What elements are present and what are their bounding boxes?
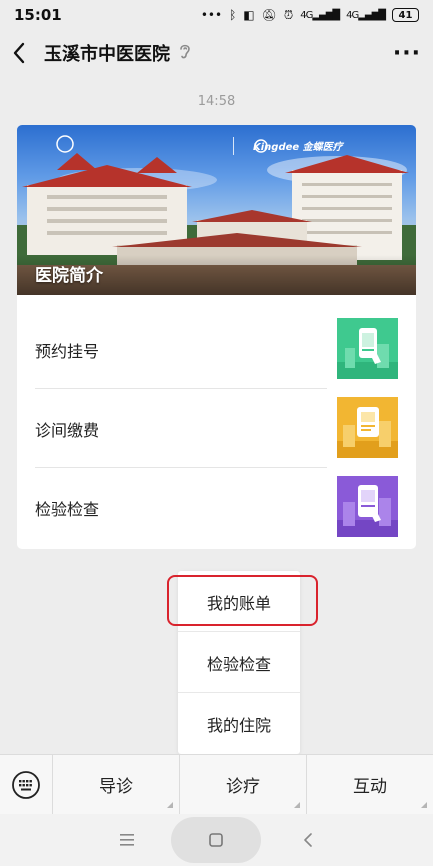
dots-icon: ••• bbox=[200, 8, 223, 22]
back-nav-icon[interactable] bbox=[293, 814, 323, 866]
banner-intro[interactable]: Kingdee 金蝶医疗 医院简介 bbox=[17, 125, 416, 295]
menu-tab-guide[interactable]: 导诊 bbox=[53, 755, 179, 814]
signal-icon-1: 4G▂▄▆█ bbox=[300, 9, 340, 21]
menu-tab-label: 导诊 bbox=[99, 777, 133, 797]
banner-title: 医院简介 bbox=[35, 266, 103, 286]
menu-item-label: 预约挂号 bbox=[35, 341, 100, 361]
menu-item-lab-tests[interactable]: 检验检查 bbox=[17, 468, 416, 547]
partner-logo: Kingdee 金蝶医疗 bbox=[253, 142, 343, 153]
battery-icon: 41 bbox=[392, 8, 419, 22]
keyboard-toggle-button[interactable] bbox=[0, 755, 53, 814]
lab-tests-thumb-icon bbox=[337, 476, 398, 537]
home-icon[interactable] bbox=[201, 814, 231, 866]
menu-item-label: 诊间缴费 bbox=[35, 420, 100, 440]
ear-icon bbox=[178, 42, 192, 64]
submenu-indicator-icon bbox=[294, 802, 300, 808]
submenu-item-my-hospitalization[interactable]: 我的住院 bbox=[178, 693, 300, 754]
keyboard-icon bbox=[12, 770, 40, 799]
submenu-indicator-icon bbox=[167, 802, 173, 808]
submenu-item-label: 检验检查 bbox=[206, 654, 271, 674]
status-icons: ••• ᛒ ◧ 🔕︎ ⏰︎ 4G▂▄▆█ 4G▂▄▆█ 41 bbox=[201, 8, 419, 23]
submenu-item-lab-tests[interactable]: 检验检查 bbox=[178, 632, 300, 693]
more-icon[interactable]: ··· bbox=[393, 41, 421, 66]
status-bar: 15:01 ••• ᛒ ◧ 🔕︎ ⏰︎ 4G▂▄▆█ 4G▂▄▆█ 41 bbox=[0, 0, 433, 30]
menu-tab-label: 诊疗 bbox=[226, 777, 260, 797]
system-nav-bar bbox=[0, 814, 433, 866]
payment-thumb-icon bbox=[337, 397, 398, 458]
recent-apps-icon[interactable] bbox=[112, 814, 142, 866]
submenu-indicator-icon bbox=[421, 802, 427, 808]
submenu-item-my-bill[interactable]: 我的账单 bbox=[178, 571, 300, 632]
menu-item-label: 检验检查 bbox=[35, 499, 100, 519]
bell-off-icon: 🔕︎ bbox=[261, 8, 277, 22]
menu-tab-label: 互动 bbox=[353, 777, 387, 797]
alarm-icon: ⏰︎ bbox=[283, 7, 294, 22]
signal-icon-2: 4G▂▄▆█ bbox=[346, 9, 386, 21]
submenu-popup: 我的账单 检验检查 我的住院 bbox=[178, 571, 300, 754]
submenu-item-label: 我的住院 bbox=[206, 715, 271, 735]
mute-icon: ◧ bbox=[243, 8, 255, 22]
status-time: 15:01 bbox=[14, 6, 62, 24]
nav-bar: 玉溪市中医医院 ··· bbox=[0, 30, 433, 76]
menu-tab-interaction[interactable]: 互动 bbox=[306, 755, 433, 814]
menu-item-payment[interactable]: 诊间缴费 bbox=[17, 389, 416, 468]
menu-item-appointment[interactable]: 预约挂号 bbox=[17, 310, 416, 389]
menu-tab-treatment[interactable]: 诊疗 bbox=[179, 755, 306, 814]
appointment-thumb-icon bbox=[337, 318, 398, 379]
submenu-item-label: 我的账单 bbox=[206, 593, 271, 613]
article-card: Kingdee 金蝶医疗 医院简介 预约挂号 诊间缴费 检验检查 bbox=[17, 125, 416, 549]
page-title: 玉溪市中医医院 bbox=[44, 44, 170, 65]
bottom-menu-bar: 导诊 诊疗 互动 bbox=[0, 754, 433, 814]
bluetooth-icon: ᛒ bbox=[229, 8, 237, 22]
message-timestamp: 14:58 bbox=[197, 94, 236, 109]
back-icon[interactable] bbox=[12, 42, 34, 64]
banner-divider bbox=[233, 137, 234, 155]
